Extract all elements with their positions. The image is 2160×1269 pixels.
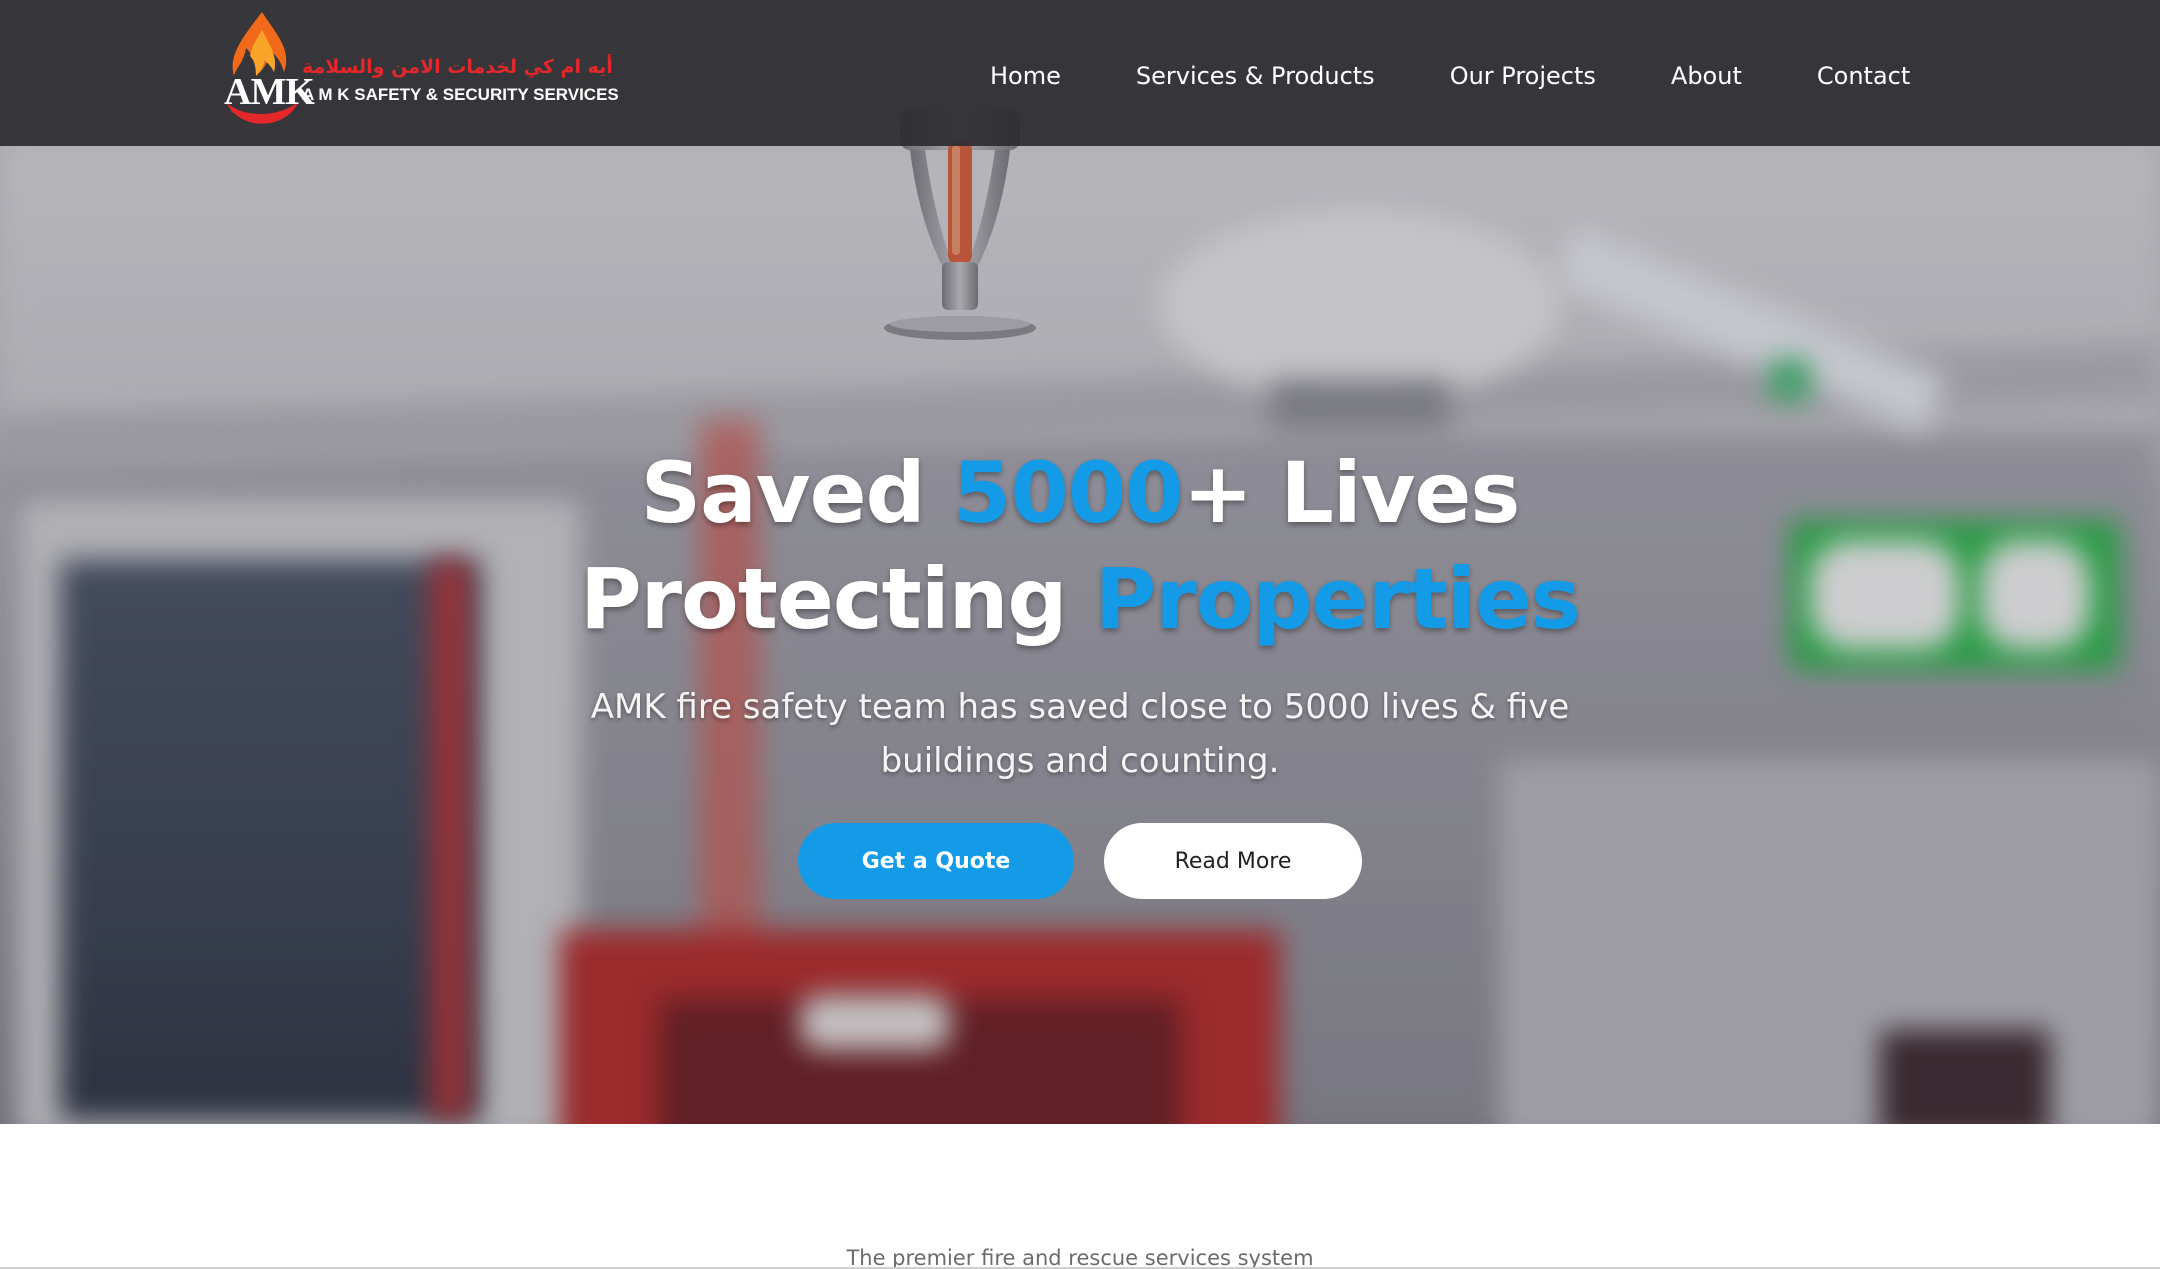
nav-home[interactable]: Home [990, 60, 1061, 92]
hero-buttons: Get a Quote Read More [0, 823, 2160, 899]
headline-lives: + Lives [1182, 444, 1521, 542]
section-tagline: The premier fire and rescue services sys… [846, 1246, 1314, 1269]
logo-mark-text: AMK [224, 71, 315, 113]
headline-protecting: Protecting [580, 550, 1095, 648]
nav-services-products[interactable]: Services & Products [1136, 60, 1375, 92]
nav-our-projects[interactable]: Our Projects [1450, 60, 1596, 92]
hero-content: Saved 5000+ Lives Protecting Properties … [0, 440, 2160, 788]
headline-line-2: Protecting Properties [580, 550, 1581, 648]
nav-contact[interactable]: Contact [1817, 60, 1910, 92]
headline-saved: Saved [640, 444, 953, 542]
logo-subtitle: A M K SAFETY & SECURITY SERVICES [302, 85, 619, 104]
hero-subtitle: AMK fire safety team has saved close to … [590, 687, 1570, 781]
headline-properties: Properties [1094, 550, 1581, 648]
main-nav: Home Services & Products Our Projects Ab… [990, 60, 1910, 92]
site-logo[interactable]: AMK أيه ام كي لخدمات الامن والسلامة A M … [222, 10, 619, 134]
site-header: AMK أيه ام كي لخدمات الامن والسلامة A M … [0, 0, 2160, 146]
nav-about[interactable]: About [1671, 60, 1742, 92]
read-more-button[interactable]: Read More [1104, 823, 1362, 899]
headline-count: 5000 [952, 444, 1184, 542]
headline-line-1: Saved 5000+ Lives [640, 444, 1521, 542]
hero-headline: Saved 5000+ Lives Protecting Properties [0, 440, 2160, 652]
logo-arabic-text: أيه ام كي لخدمات الامن والسلامة [302, 56, 613, 78]
get-a-quote-button[interactable]: Get a Quote [798, 823, 1074, 899]
